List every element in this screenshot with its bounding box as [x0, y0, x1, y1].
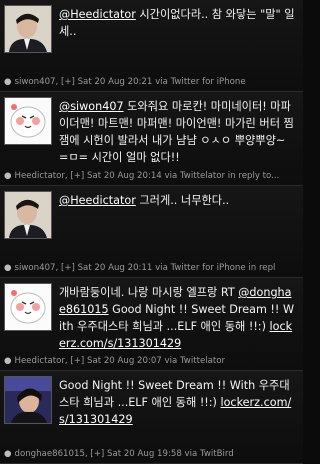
bullet-icon: ● [4, 356, 12, 366]
donghae-avatar[interactable] [4, 376, 52, 424]
tweet-text: @Heedictator 시간이없다라.. 참 와닿는 "말" 일세.. [59, 6, 295, 40]
tweet-meta: ● siwon407, [+] Sat 20 Aug 20:11 via Twit… [4, 263, 303, 273]
tweet-meta-text: donghae861015, [+] Sat 20 Aug 19:58 via … [14, 449, 234, 459]
tweet-message: 그러게.. 너무한다.. [135, 194, 230, 207]
tweet-item[interactable]: Good Night !! Sweet Dream !! With 우주대스타 … [0, 371, 303, 464]
tweet-text: 개바람둥이네. 나랑 마시랑 엘프랑 RT @donghae861015 Goo… [59, 284, 295, 352]
bullet-icon: ● [4, 263, 12, 273]
tweet-meta-text: siwon407, [+] Sat 20 Aug 20:21 via Twitt… [14, 77, 246, 87]
tweet-meta-text: Heedictator, [+] Sat 20 Aug 20:14 via Tw… [14, 171, 280, 181]
mention-link[interactable]: @Heedictator [59, 8, 136, 21]
tweet-meta: ● siwon407, [+] Sat 20 Aug 20:21 via Twit… [4, 77, 303, 87]
heedictator-avatar[interactable] [4, 97, 52, 145]
tweet-meta-text: siwon407, [+] Sat 20 Aug 20:11 via Twitt… [14, 263, 276, 273]
tweet-meta-text: Heedictator, [+] Sat 20 Aug 20:07 via Tw… [14, 356, 226, 366]
tweet-item[interactable]: @Heedictator 시간이없다라.. 참 와닿는 "말" 일세.. ● si… [0, 0, 303, 92]
tweet-item[interactable]: @siwon407 도와줘요 마로칸! 마미네이터! 마파이더맨! 마트맨! 마… [0, 92, 303, 186]
mention-link[interactable]: @Heedictator [59, 194, 136, 207]
siwon-avatar[interactable] [4, 5, 52, 53]
tweet-prefix: 개바람둥이네. 나랑 마시랑 엘프랑 RT [59, 286, 239, 299]
tweet-text: @Heedictator 그러게.. 너무한다.. [59, 192, 295, 209]
tweet-meta: ● Heedictator, [+] Sat 20 Aug 20:14 via T… [4, 171, 303, 181]
tweet-item[interactable]: @Heedictator 그러게.. 너무한다.. ● siwon407, [+]… [0, 186, 303, 278]
heedictator-avatar[interactable] [4, 283, 52, 331]
siwon-avatar[interactable] [4, 191, 52, 239]
tweet-text: Good Night !! Sweet Dream !! With 우주대스타 … [59, 377, 295, 428]
tweet-item[interactable]: 개바람둥이네. 나랑 마시랑 엘프랑 RT @donghae861015 Goo… [0, 278, 303, 371]
bullet-icon: ● [4, 77, 12, 87]
bullet-icon: ● [4, 171, 12, 181]
tweet-meta: ● donghae861015, [+] Sat 20 Aug 19:58 via… [4, 449, 303, 459]
bullet-icon: ● [4, 449, 12, 459]
tweet-timeline: @Heedictator 시간이없다라.. 참 와닿는 "말" 일세.. ● si… [0, 0, 303, 464]
mention-link[interactable]: @siwon407 [59, 100, 124, 113]
tweet-meta: ● Heedictator, [+] Sat 20 Aug 20:07 via T… [4, 356, 303, 366]
tweet-text: @siwon407 도와줘요 마로칸! 마미네이터! 마파이더맨! 마트맨! 마… [59, 98, 295, 166]
